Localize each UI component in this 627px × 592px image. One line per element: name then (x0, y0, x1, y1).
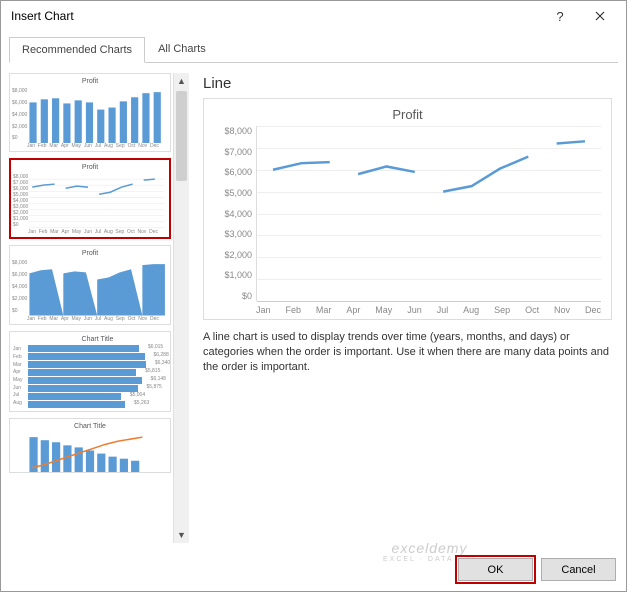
insert-chart-dialog: Insert Chart ? Recommended Charts All Ch… (0, 0, 627, 592)
y-axis: $8,000$7,000$6,000$5,000$4,000$3,000$2,0… (214, 126, 256, 301)
combo-chart-icon (13, 432, 167, 473)
x-axis: JanFebMarAprMayJunJulAugSepOctNovDec (214, 301, 601, 315)
thumb-title: Profit (13, 250, 167, 257)
dialog-footer: OK Cancel (458, 558, 616, 581)
line-series (257, 126, 601, 301)
scroll-down-icon[interactable]: ▼ (174, 527, 189, 543)
scroll-up-icon[interactable]: ▲ (174, 73, 189, 89)
thumb-title: Chart Title (28, 336, 167, 343)
thumb-title: Chart Title (13, 423, 167, 430)
preview-chart[interactable]: Profit $8,000$7,000$6,000$5,000$4,000$3,… (203, 98, 612, 320)
tab-recommended[interactable]: Recommended Charts (9, 37, 145, 63)
thumb-xaxis: JanFebMarAprMayJunJulAugSepOctNovDec (13, 143, 167, 149)
thumb-title: Profit (14, 164, 166, 171)
tab-bar: Recommended Charts All Charts (1, 31, 626, 62)
thumb-yaxis: $8,000$6,000$4,000$2,000$0 (12, 260, 27, 313)
preview-panel: Line Profit $8,000$7,000$6,000$5,000$4,0… (189, 73, 618, 543)
dialog-title: Insert Chart (11, 9, 540, 23)
thumb-title: Profit (13, 78, 167, 85)
close-button[interactable] (580, 2, 620, 30)
chart-title: Profit (214, 107, 601, 122)
chart-description: A line chart is used to display trends o… (203, 330, 612, 375)
thumb-yaxis: $8,000$6,000$4,000$2,000$0 (12, 88, 27, 141)
thumbnail-list: Profit $8,000$6,000$4,000$2,000$0 J (9, 73, 173, 543)
scroll-thumb[interactable] (176, 91, 187, 181)
close-icon (595, 11, 605, 21)
column-chart-icon (13, 87, 167, 143)
help-button[interactable]: ? (540, 2, 580, 30)
ok-button[interactable]: OK (458, 558, 533, 581)
chart-thumb-area[interactable]: Profit $8,000$6,000$4,000$2,000$0 JanFeb… (9, 245, 171, 324)
chart-thumb-combo[interactable]: Chart Title (9, 418, 171, 473)
chart-thumb-bar[interactable]: Chart Title JanFebMarAprMayJunJulAug $6,… (9, 331, 171, 412)
thumb-scrollbar[interactable]: ▲ ▼ (173, 73, 189, 543)
thumb-xaxis: JanFebMarAprMayJunJulAugSepOctNovDec (14, 229, 166, 235)
area-chart-icon (13, 259, 167, 315)
dialog-body: Profit $8,000$6,000$4,000$2,000$0 J (1, 63, 626, 543)
cancel-button[interactable]: Cancel (541, 558, 616, 581)
tab-all-charts[interactable]: All Charts (145, 36, 219, 62)
line-chart-icon (14, 173, 166, 229)
chart-canvas (256, 126, 601, 301)
bar-chart-icon: $6,015 $6,288 $6,340 $5,815 $6,148 $5,87… (28, 345, 167, 408)
chart-thumb-line[interactable]: Profit $8,000$7,000$6,000$5,000$4,000$3,… (9, 158, 171, 239)
chart-type-label: Line (203, 75, 612, 92)
plot-area: $8,000$7,000$6,000$5,000$4,000$3,000$2,0… (214, 126, 601, 301)
chart-thumb-column[interactable]: Profit $8,000$6,000$4,000$2,000$0 J (9, 73, 171, 152)
thumb-yaxis: $8,000$7,000$6,000$5,000$4,000$3,000$2,0… (13, 174, 28, 227)
thumbnail-panel: Profit $8,000$6,000$4,000$2,000$0 J (9, 73, 189, 543)
thumb-xaxis: JanFebMarAprMayJunJulAugSepOctNovDec (13, 316, 167, 322)
titlebar: Insert Chart ? (1, 1, 626, 31)
thumb-yaxis: JanFebMarAprMayJunJulAug (13, 346, 22, 407)
